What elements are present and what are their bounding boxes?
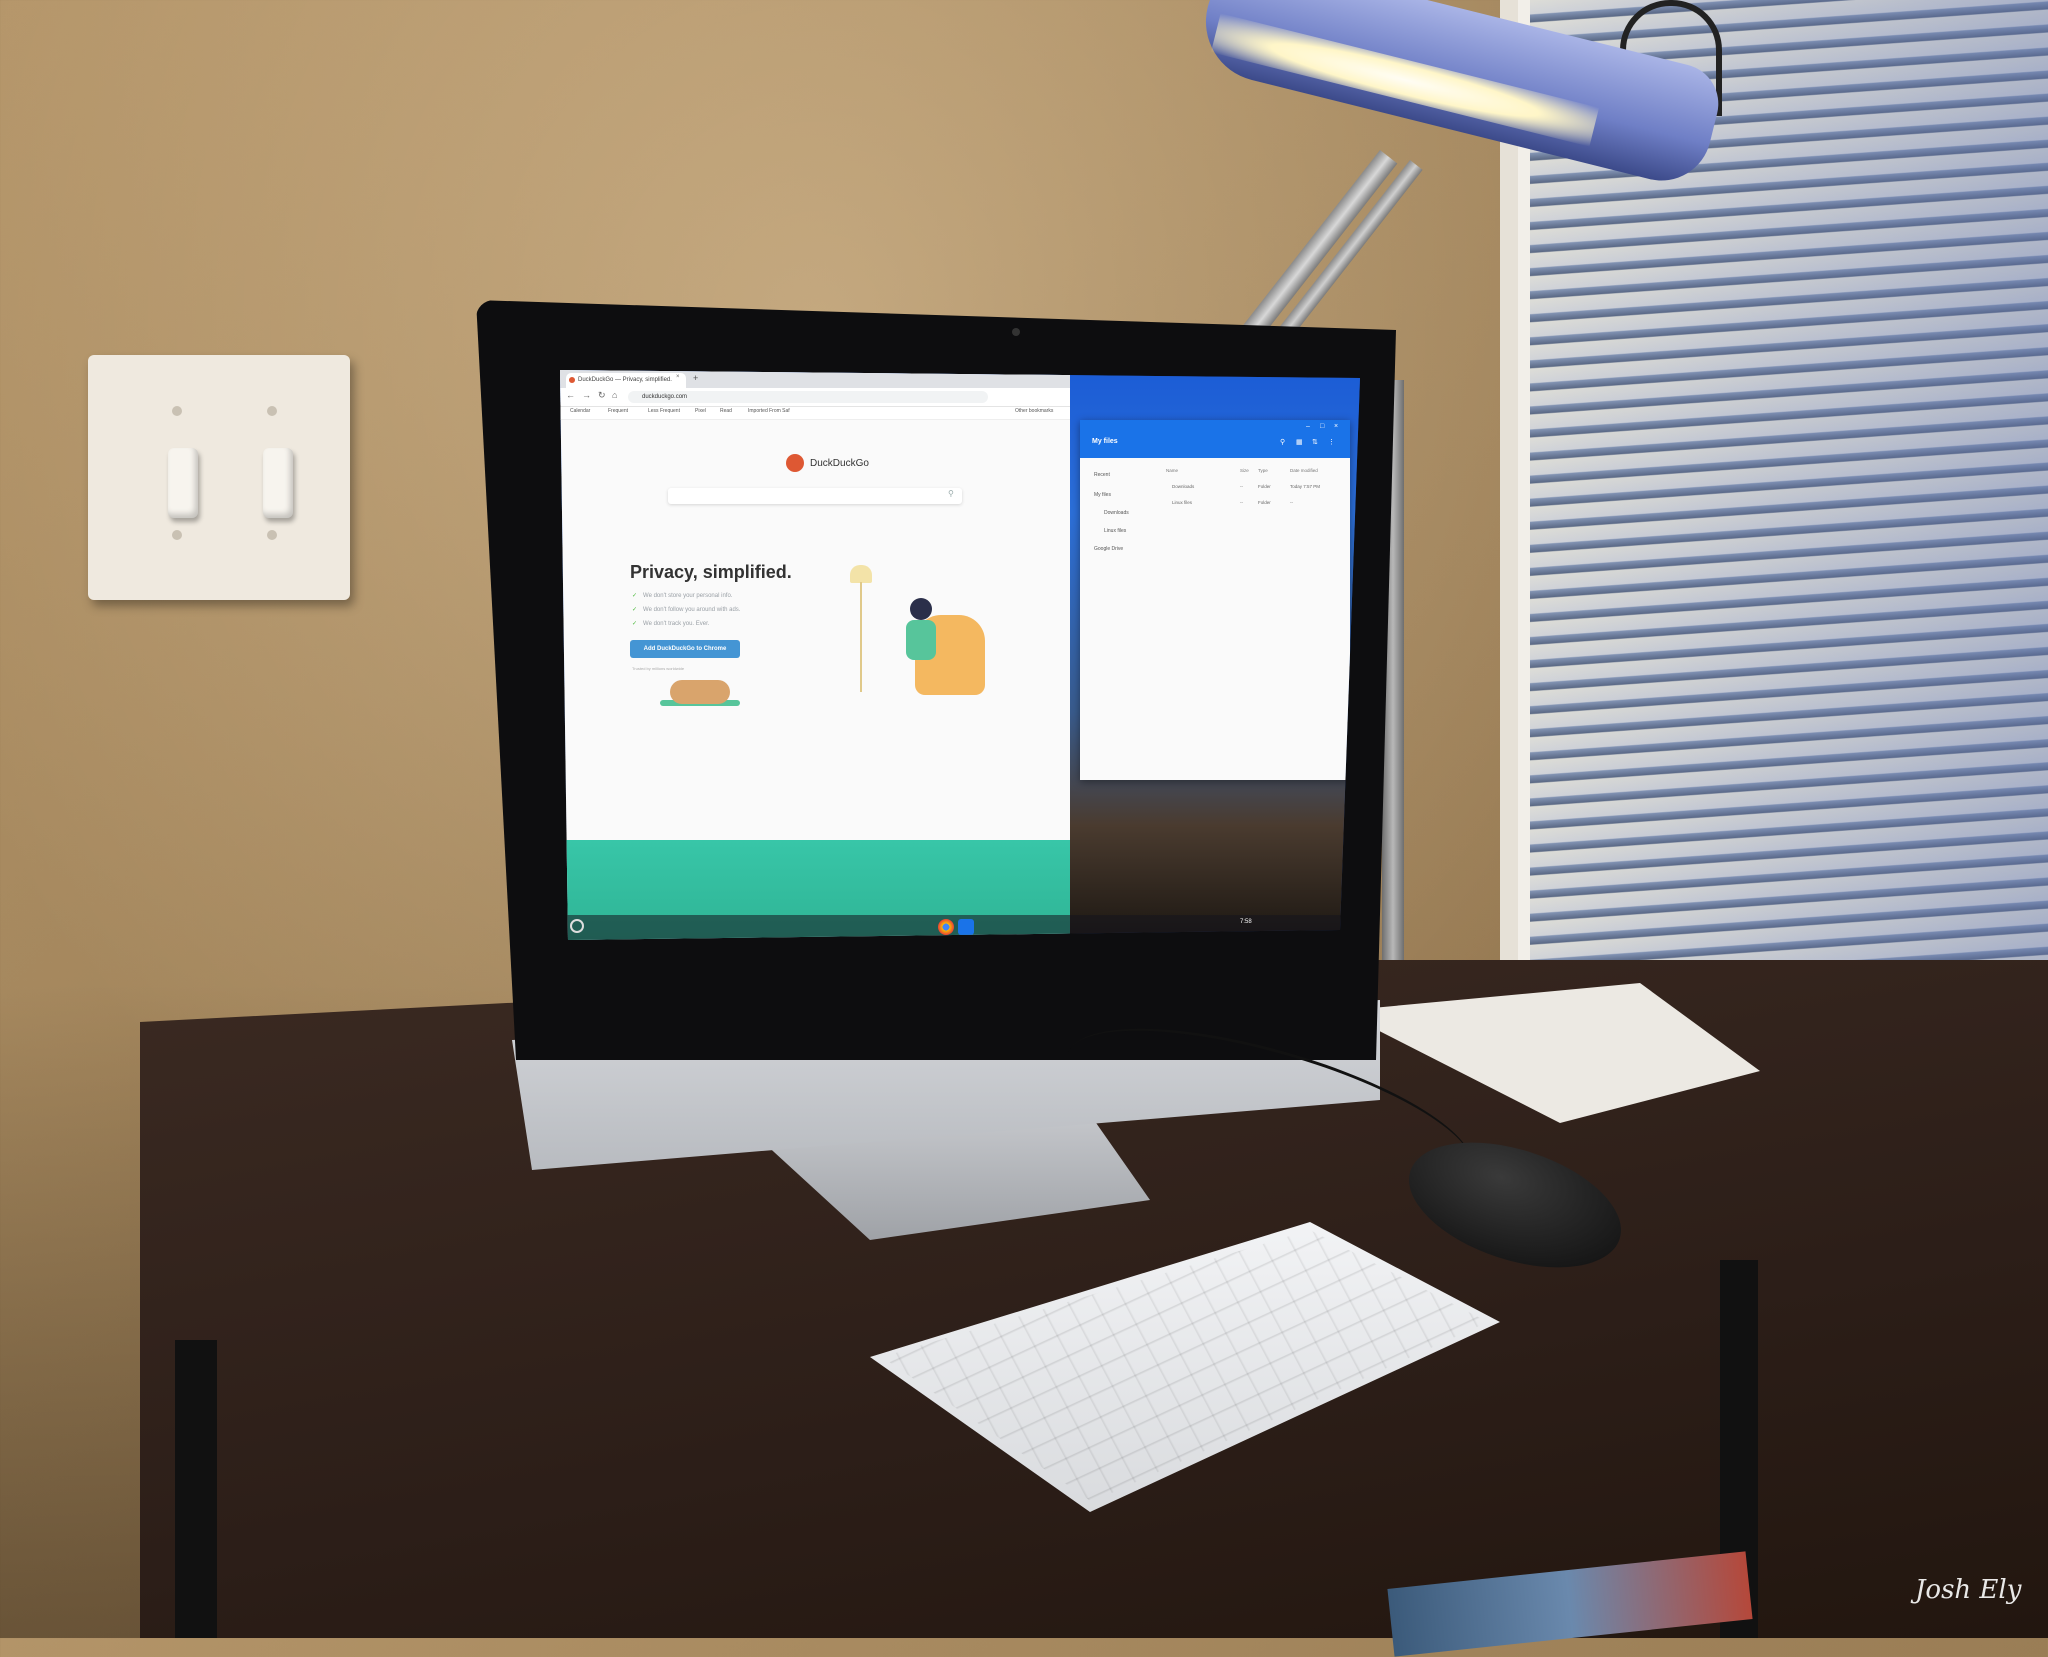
column-header[interactable]: Name	[1166, 468, 1178, 473]
files-nav-item[interactable]: Recent	[1094, 472, 1110, 478]
illustration-dog	[670, 680, 730, 704]
chrome-icon[interactable]	[938, 919, 954, 935]
switch-screw	[267, 530, 277, 540]
file-row-type: Folder	[1258, 484, 1271, 489]
column-header[interactable]: Size	[1240, 468, 1249, 473]
file-row-name[interactable]: Linux files	[1172, 500, 1192, 505]
files-nav-item[interactable]: Linux files	[1104, 528, 1126, 534]
light-switch-left	[168, 448, 198, 518]
file-row-modified: Today 7:57 PM	[1290, 484, 1321, 489]
file-row-name[interactable]: Downloads	[1172, 484, 1194, 489]
search-icon[interactable]: ⚲	[1280, 438, 1285, 446]
feature-bullet: ✓ We don't track you. Ever.	[632, 621, 710, 627]
illustration-lamp	[860, 582, 862, 692]
ddg-logo-icon	[786, 454, 804, 472]
home-icon[interactable]: ⌂	[612, 390, 617, 400]
trust-note: Trusted by millions worldwide	[632, 666, 685, 671]
reload-icon[interactable]: ↻	[598, 390, 606, 401]
status-tray-time[interactable]: 7:58	[1240, 919, 1252, 925]
sort-icon[interactable]: ⇅	[1312, 438, 1318, 446]
switch-screw	[267, 406, 277, 416]
new-tab-button[interactable]: +	[693, 373, 698, 383]
forward-icon[interactable]: →	[582, 390, 591, 400]
light-switch-right	[263, 448, 293, 518]
bookmark-item[interactable]: Less Frequent	[648, 408, 680, 414]
ddg-favicon-icon	[569, 377, 575, 383]
illustration-person	[906, 620, 936, 660]
file-row-size: --	[1240, 484, 1243, 489]
screen: DuckDuckGo — Privacy, simplified. × + ← …	[560, 370, 1360, 940]
files-icon[interactable]	[958, 919, 974, 935]
light-switch-plate	[88, 355, 350, 600]
files-nav-item[interactable]: Google Drive	[1094, 546, 1123, 552]
page-headline: Privacy, simplified.	[630, 562, 792, 582]
brand-name: DuckDuckGo	[810, 458, 869, 469]
column-header[interactable]: Date modified	[1290, 468, 1318, 473]
bookmark-item[interactable]: Pixel	[695, 408, 706, 414]
desk-leg	[175, 1340, 217, 1638]
check-icon: ✓	[632, 621, 638, 627]
file-row-size: --	[1240, 500, 1243, 505]
search-icon[interactable]: ⚲	[948, 489, 954, 498]
browser-window: DuckDuckGo — Privacy, simplified. × + ← …	[560, 370, 1070, 940]
more-icon[interactable]: ⋮	[1328, 438, 1335, 446]
launcher-icon[interactable]	[570, 919, 584, 933]
file-row-modified: --	[1290, 500, 1293, 505]
files-window: My files – □ × ⚲ ▦ ⇅ ⋮ Recent My files D…	[1080, 420, 1350, 780]
files-nav-item[interactable]: Downloads	[1104, 510, 1129, 516]
maximize-icon[interactable]: □	[1320, 423, 1324, 430]
close-icon[interactable]: ×	[676, 374, 680, 380]
illustration-lamp	[850, 565, 872, 583]
add-to-chrome-button[interactable]: Add DuckDuckGo to Chrome	[630, 640, 740, 658]
files-title: My files	[1092, 438, 1118, 445]
camera	[1012, 328, 1020, 336]
browser-tab[interactable]: DuckDuckGo — Privacy, simplified.	[566, 373, 686, 388]
bookmark-item[interactable]: Calendar	[570, 408, 590, 414]
file-row-type: Folder	[1258, 500, 1271, 505]
switch-screw	[172, 530, 182, 540]
grid-view-icon[interactable]: ▦	[1296, 438, 1303, 446]
feature-bullet: ✓ We don't store your personal info.	[632, 593, 733, 599]
bookmark-item[interactable]: Read	[720, 408, 732, 414]
bookmark-item[interactable]: Frequent	[608, 408, 628, 414]
column-header[interactable]: Type	[1258, 468, 1268, 473]
bookmarks-bar	[560, 407, 1070, 420]
illustration-person-head	[910, 598, 932, 620]
photographer-signature: Josh Ely	[1915, 1575, 2022, 1605]
search-input[interactable]	[668, 488, 962, 504]
close-icon[interactable]: ×	[1334, 423, 1338, 430]
bookmark-item[interactable]: Imported From Saf	[748, 408, 790, 414]
feature-bullet: ✓ We don't follow you around with ads.	[632, 607, 741, 613]
minimize-icon[interactable]: –	[1306, 423, 1310, 430]
back-icon[interactable]: ←	[566, 390, 575, 400]
files-nav-item[interactable]: My files	[1094, 492, 1111, 498]
bookmark-item[interactable]: Other bookmarks	[1015, 408, 1053, 414]
switch-screw	[172, 406, 182, 416]
check-icon: ✓	[632, 593, 638, 599]
address-bar[interactable]: duckduckgo.com	[628, 391, 988, 403]
check-icon: ✓	[632, 607, 638, 613]
